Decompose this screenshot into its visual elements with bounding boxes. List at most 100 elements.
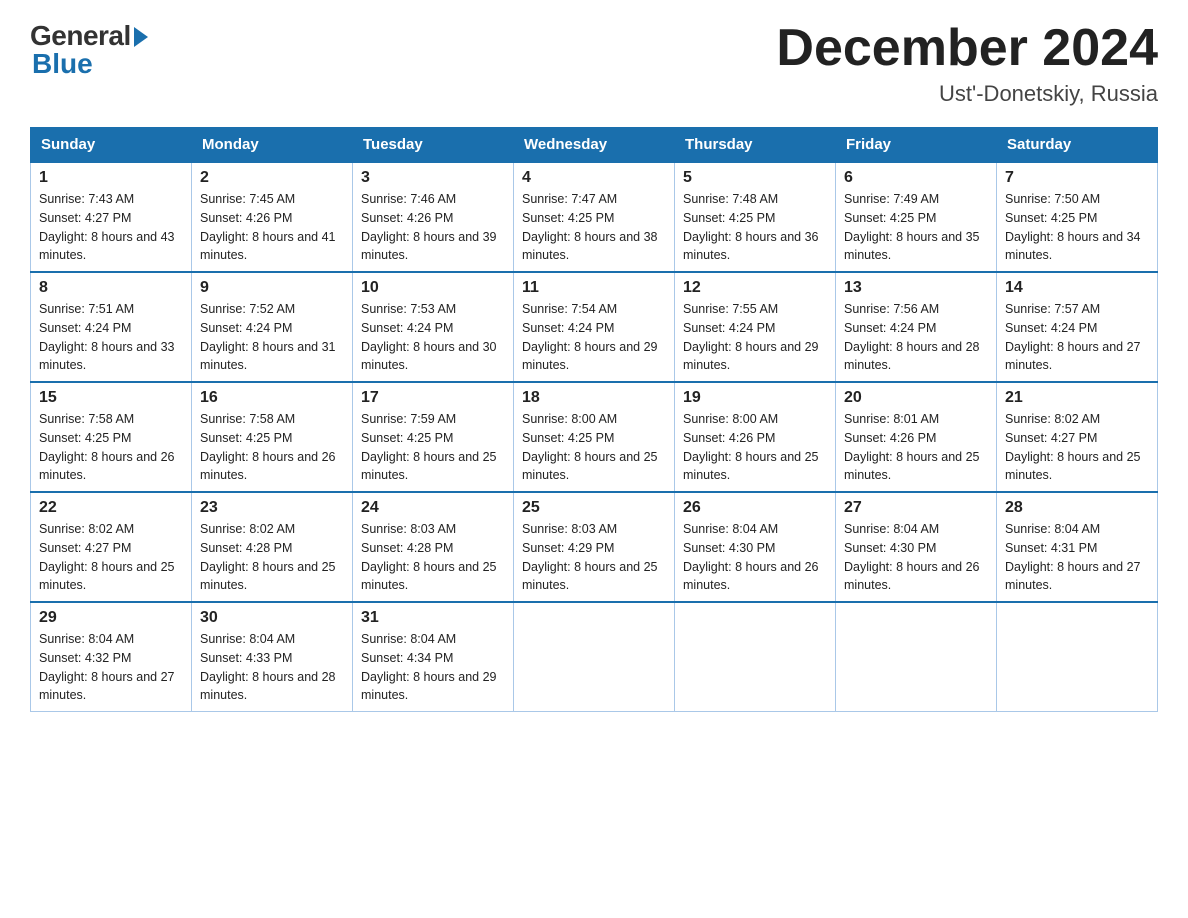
day-number: 16: [200, 389, 344, 407]
day-number: 27: [844, 499, 988, 517]
col-tuesday: Tuesday: [353, 128, 514, 163]
day-info: Sunrise: 7:59 AM Sunset: 4:25 PM Dayligh…: [361, 410, 505, 485]
day-info: Sunrise: 7:52 AM Sunset: 4:24 PM Dayligh…: [200, 300, 344, 375]
table-row: 8 Sunrise: 7:51 AM Sunset: 4:24 PM Dayli…: [31, 272, 192, 382]
title-block: December 2024 Ust'-Donetskiy, Russia: [776, 20, 1158, 107]
table-row: 7 Sunrise: 7:50 AM Sunset: 4:25 PM Dayli…: [997, 162, 1158, 272]
col-wednesday: Wednesday: [514, 128, 675, 163]
day-info: Sunrise: 8:04 AM Sunset: 4:30 PM Dayligh…: [844, 520, 988, 595]
day-number: 5: [683, 169, 827, 187]
day-number: 4: [522, 169, 666, 187]
day-info: Sunrise: 8:00 AM Sunset: 4:25 PM Dayligh…: [522, 410, 666, 485]
calendar-week-row: 22 Sunrise: 8:02 AM Sunset: 4:27 PM Dayl…: [31, 492, 1158, 602]
calendar-table: Sunday Monday Tuesday Wednesday Thursday…: [30, 127, 1158, 712]
table-row: 24 Sunrise: 8:03 AM Sunset: 4:28 PM Dayl…: [353, 492, 514, 602]
page-title: December 2024: [776, 20, 1158, 77]
table-row: 2 Sunrise: 7:45 AM Sunset: 4:26 PM Dayli…: [192, 162, 353, 272]
table-row: 3 Sunrise: 7:46 AM Sunset: 4:26 PM Dayli…: [353, 162, 514, 272]
day-number: 30: [200, 609, 344, 627]
col-friday: Friday: [836, 128, 997, 163]
day-info: Sunrise: 8:03 AM Sunset: 4:28 PM Dayligh…: [361, 520, 505, 595]
day-info: Sunrise: 7:50 AM Sunset: 4:25 PM Dayligh…: [1005, 190, 1149, 265]
page-header: General Blue December 2024 Ust'-Donetski…: [30, 20, 1158, 107]
table-row: 13 Sunrise: 7:56 AM Sunset: 4:24 PM Dayl…: [836, 272, 997, 382]
day-info: Sunrise: 7:48 AM Sunset: 4:25 PM Dayligh…: [683, 190, 827, 265]
day-info: Sunrise: 7:56 AM Sunset: 4:24 PM Dayligh…: [844, 300, 988, 375]
table-row: 30 Sunrise: 8:04 AM Sunset: 4:33 PM Dayl…: [192, 602, 353, 712]
day-info: Sunrise: 7:54 AM Sunset: 4:24 PM Dayligh…: [522, 300, 666, 375]
day-info: Sunrise: 8:04 AM Sunset: 4:30 PM Dayligh…: [683, 520, 827, 595]
table-row: 15 Sunrise: 7:58 AM Sunset: 4:25 PM Dayl…: [31, 382, 192, 492]
table-row: 21 Sunrise: 8:02 AM Sunset: 4:27 PM Dayl…: [997, 382, 1158, 492]
table-row: 17 Sunrise: 7:59 AM Sunset: 4:25 PM Dayl…: [353, 382, 514, 492]
day-info: Sunrise: 8:03 AM Sunset: 4:29 PM Dayligh…: [522, 520, 666, 595]
table-row: 23 Sunrise: 8:02 AM Sunset: 4:28 PM Dayl…: [192, 492, 353, 602]
day-number: 22: [39, 499, 183, 517]
calendar-week-row: 15 Sunrise: 7:58 AM Sunset: 4:25 PM Dayl…: [31, 382, 1158, 492]
table-row: 6 Sunrise: 7:49 AM Sunset: 4:25 PM Dayli…: [836, 162, 997, 272]
day-number: 23: [200, 499, 344, 517]
table-row: [836, 602, 997, 712]
table-row: 12 Sunrise: 7:55 AM Sunset: 4:24 PM Dayl…: [675, 272, 836, 382]
day-info: Sunrise: 7:49 AM Sunset: 4:25 PM Dayligh…: [844, 190, 988, 265]
table-row: 22 Sunrise: 8:02 AM Sunset: 4:27 PM Dayl…: [31, 492, 192, 602]
day-number: 6: [844, 169, 988, 187]
day-info: Sunrise: 7:58 AM Sunset: 4:25 PM Dayligh…: [200, 410, 344, 485]
table-row: 9 Sunrise: 7:52 AM Sunset: 4:24 PM Dayli…: [192, 272, 353, 382]
page-subtitle: Ust'-Donetskiy, Russia: [776, 81, 1158, 107]
col-saturday: Saturday: [997, 128, 1158, 163]
table-row: 5 Sunrise: 7:48 AM Sunset: 4:25 PM Dayli…: [675, 162, 836, 272]
table-row: 16 Sunrise: 7:58 AM Sunset: 4:25 PM Dayl…: [192, 382, 353, 492]
table-row: 27 Sunrise: 8:04 AM Sunset: 4:30 PM Dayl…: [836, 492, 997, 602]
day-number: 29: [39, 609, 183, 627]
day-info: Sunrise: 8:02 AM Sunset: 4:28 PM Dayligh…: [200, 520, 344, 595]
calendar-week-row: 1 Sunrise: 7:43 AM Sunset: 4:27 PM Dayli…: [31, 162, 1158, 272]
day-number: 12: [683, 279, 827, 297]
day-number: 7: [1005, 169, 1149, 187]
day-number: 31: [361, 609, 505, 627]
logo-arrow-icon: [134, 27, 148, 47]
table-row: 1 Sunrise: 7:43 AM Sunset: 4:27 PM Dayli…: [31, 162, 192, 272]
table-row: [675, 602, 836, 712]
day-info: Sunrise: 7:58 AM Sunset: 4:25 PM Dayligh…: [39, 410, 183, 485]
table-row: 14 Sunrise: 7:57 AM Sunset: 4:24 PM Dayl…: [997, 272, 1158, 382]
day-info: Sunrise: 7:45 AM Sunset: 4:26 PM Dayligh…: [200, 190, 344, 265]
day-number: 11: [522, 279, 666, 297]
table-row: 28 Sunrise: 8:04 AM Sunset: 4:31 PM Dayl…: [997, 492, 1158, 602]
day-number: 18: [522, 389, 666, 407]
day-number: 17: [361, 389, 505, 407]
day-number: 28: [1005, 499, 1149, 517]
day-info: Sunrise: 8:01 AM Sunset: 4:26 PM Dayligh…: [844, 410, 988, 485]
col-thursday: Thursday: [675, 128, 836, 163]
day-info: Sunrise: 7:47 AM Sunset: 4:25 PM Dayligh…: [522, 190, 666, 265]
table-row: [514, 602, 675, 712]
col-monday: Monday: [192, 128, 353, 163]
calendar-week-row: 8 Sunrise: 7:51 AM Sunset: 4:24 PM Dayli…: [31, 272, 1158, 382]
day-info: Sunrise: 8:04 AM Sunset: 4:32 PM Dayligh…: [39, 630, 183, 705]
day-number: 19: [683, 389, 827, 407]
day-number: 24: [361, 499, 505, 517]
day-number: 15: [39, 389, 183, 407]
table-row: 10 Sunrise: 7:53 AM Sunset: 4:24 PM Dayl…: [353, 272, 514, 382]
day-info: Sunrise: 7:57 AM Sunset: 4:24 PM Dayligh…: [1005, 300, 1149, 375]
day-number: 25: [522, 499, 666, 517]
day-info: Sunrise: 8:04 AM Sunset: 4:34 PM Dayligh…: [361, 630, 505, 705]
day-info: Sunrise: 7:46 AM Sunset: 4:26 PM Dayligh…: [361, 190, 505, 265]
day-number: 9: [200, 279, 344, 297]
table-row: 19 Sunrise: 8:00 AM Sunset: 4:26 PM Dayl…: [675, 382, 836, 492]
day-number: 2: [200, 169, 344, 187]
table-row: [997, 602, 1158, 712]
day-number: 1: [39, 169, 183, 187]
day-number: 20: [844, 389, 988, 407]
day-info: Sunrise: 8:02 AM Sunset: 4:27 PM Dayligh…: [1005, 410, 1149, 485]
day-info: Sunrise: 8:00 AM Sunset: 4:26 PM Dayligh…: [683, 410, 827, 485]
day-info: Sunrise: 8:02 AM Sunset: 4:27 PM Dayligh…: [39, 520, 183, 595]
col-sunday: Sunday: [31, 128, 192, 163]
day-number: 26: [683, 499, 827, 517]
day-number: 8: [39, 279, 183, 297]
table-row: 31 Sunrise: 8:04 AM Sunset: 4:34 PM Dayl…: [353, 602, 514, 712]
day-number: 14: [1005, 279, 1149, 297]
day-number: 3: [361, 169, 505, 187]
table-row: 25 Sunrise: 8:03 AM Sunset: 4:29 PM Dayl…: [514, 492, 675, 602]
day-info: Sunrise: 8:04 AM Sunset: 4:31 PM Dayligh…: [1005, 520, 1149, 595]
